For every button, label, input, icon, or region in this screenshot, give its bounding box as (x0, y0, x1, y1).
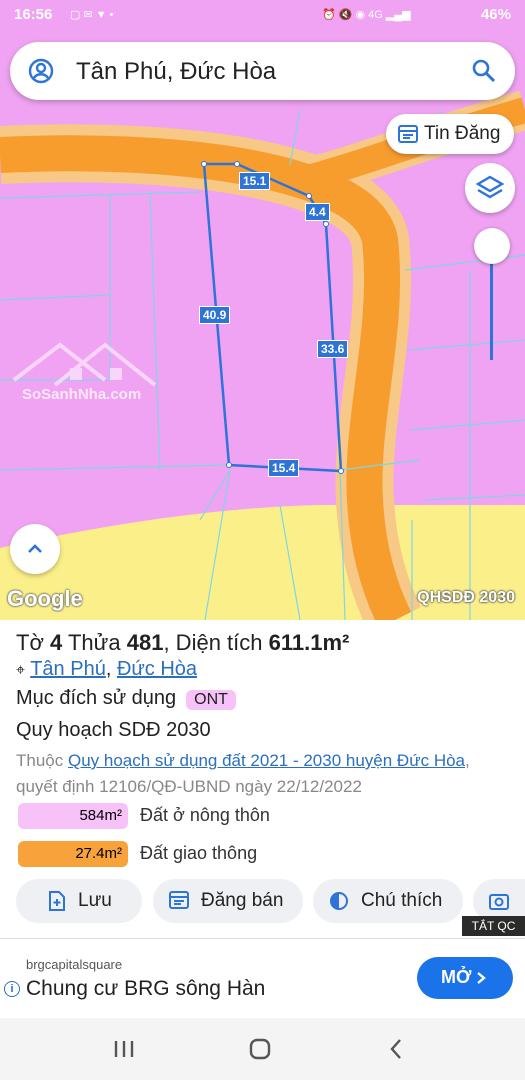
search-bar[interactable]: Tân Phú, Đức Hòa (10, 42, 515, 100)
contrast-icon (329, 891, 349, 917)
location-pin-icon: ⌖ (16, 662, 26, 679)
ward-link[interactable]: Tân Phú (30, 658, 106, 680)
add-photo-icon (489, 891, 511, 917)
dimension-label: 15.4 (268, 459, 300, 477)
district-link[interactable]: Đức Hòa (117, 658, 197, 680)
save-label: Lưu (78, 890, 112, 911)
search-icon[interactable] (471, 58, 497, 89)
post-sale-label: Đăng bán (201, 890, 284, 911)
status-bar: 16:56 ▢ ✉ ▼ • ⏰ 🔇 ◉ 4G ▂▄▆ 46% (0, 0, 525, 32)
system-icons: ⏰ 🔇 ◉ 4G ▂▄▆ (322, 9, 411, 21)
ad-info-icon[interactable]: i (4, 981, 20, 997)
ad-banner[interactable]: i brgcapitalsquare Chung cư BRG sông Hàn… (0, 938, 525, 1019)
map-layer-label: QHSDĐ 2030 (417, 589, 515, 606)
dimension-label: 15.1 (239, 172, 271, 190)
purpose-badge: ONT (186, 690, 236, 710)
save-button[interactable]: Lưu (16, 879, 142, 923)
system-nav-bar (0, 1018, 525, 1080)
land-purpose: Mục đích sử dụng ONT (16, 687, 236, 710)
opacity-slider-handle[interactable] (474, 228, 510, 264)
plan-title: Quy hoạch SDĐ 2030 (16, 719, 211, 741)
dimension-label: 40.9 (199, 306, 231, 324)
google-logo: Google (7, 586, 83, 611)
listing-icon (398, 125, 418, 148)
search-input[interactable]: Tân Phú, Đức Hòa (76, 58, 276, 86)
opacity-slider-track[interactable] (490, 248, 493, 360)
parcel-title: Tờ 4 Thửa 481, Diện tích 611.1m² (16, 630, 350, 655)
home-icon[interactable] (249, 1038, 271, 1060)
back-icon[interactable] (388, 1038, 404, 1060)
notification-icon: ▢ ✉ ▼ • (70, 9, 114, 21)
tin-dang-button[interactable]: Tin Đăng (386, 114, 514, 154)
dimension-label: 33.6 (317, 340, 349, 358)
recent-apps-icon[interactable] (113, 1039, 135, 1059)
chevron-right-icon (477, 972, 486, 984)
account-pin-icon[interactable] (28, 58, 54, 89)
ad-source: brgcapitalsquare (26, 957, 123, 972)
post-sale-button[interactable]: Đăng bán (153, 879, 303, 923)
legend-note-button[interactable]: Chú thích (313, 879, 463, 923)
layers-button[interactable] (465, 163, 515, 213)
watermark-text: SoSanhNha.com (22, 386, 142, 403)
add-file-icon (48, 891, 66, 917)
plan-reference: Thuộc Quy hoạch sử dụng đất 2021 - 2030 … (16, 751, 470, 796)
battery-level: 46% (480, 6, 511, 23)
ad-open-button[interactable]: MỞ (417, 957, 513, 999)
chevron-up-icon (28, 544, 42, 553)
layers-icon (475, 175, 505, 199)
tin-dang-label: Tin Đăng (424, 123, 501, 144)
legend-area: 584m² (18, 803, 128, 829)
parcel-location: ⌖ Tân Phú, Đức Hòa (16, 658, 198, 680)
dimension-label: 4.4 (305, 203, 330, 221)
plan-link[interactable]: Quy hoạch sử dụng đất 2021 - 2030 huyện … (68, 751, 465, 770)
ad-headline: Chung cư BRG sông Hàn (26, 977, 266, 1000)
hide-ad-button[interactable]: TẮT QC (462, 916, 525, 936)
ad-open-label: MỞ (441, 967, 472, 987)
legend-name: Đất ở nông thôn (140, 805, 270, 825)
status-time: 16:56 (14, 6, 53, 23)
legend-area: 27.4m² (18, 841, 128, 867)
listing-icon (169, 891, 189, 915)
legend-note-label: Chú thích (361, 890, 443, 911)
legend-name: Đất giao thông (140, 843, 258, 863)
expand-button[interactable] (10, 524, 60, 574)
